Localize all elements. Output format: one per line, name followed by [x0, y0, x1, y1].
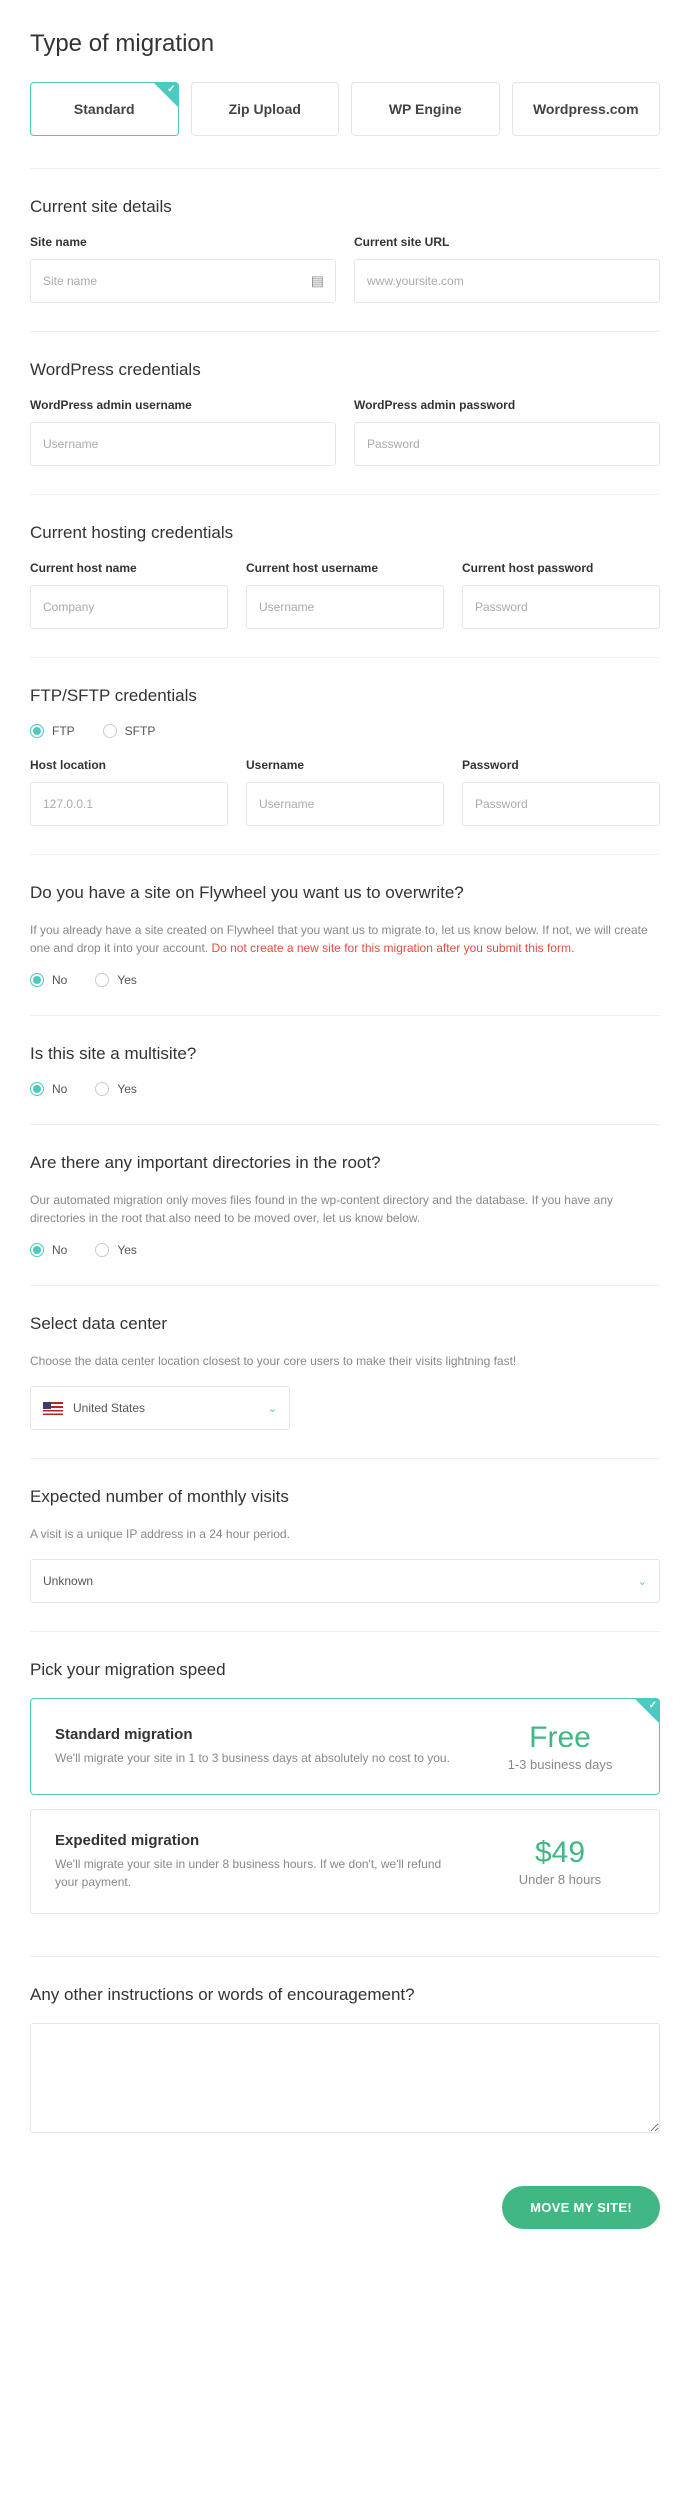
migration-desc: We'll migrate your site in under 8 busin… — [55, 1855, 465, 1891]
host-password-input[interactable] — [462, 585, 660, 629]
migration-price: $49 — [485, 1836, 635, 1870]
radio-rootdirs-yes[interactable]: Yes — [95, 1243, 137, 1257]
radio-label: Yes — [117, 1082, 137, 1096]
page-title: Type of migration — [30, 30, 660, 58]
wp-password-input[interactable] — [354, 422, 660, 466]
radio-multisite-yes[interactable]: Yes — [95, 1082, 137, 1096]
ftp-password-input[interactable] — [462, 782, 660, 826]
site-name-input[interactable] — [30, 259, 336, 303]
flag-us-icon — [43, 1402, 63, 1415]
site-url-input[interactable] — [354, 259, 660, 303]
tab-standard[interactable]: Standard — [30, 82, 179, 136]
radio-rootdirs-no[interactable]: No — [30, 1243, 67, 1257]
radio-sftp[interactable]: SFTP — [103, 724, 156, 738]
tab-label: WP Engine — [389, 101, 462, 117]
tab-label: Wordpress.com — [533, 101, 639, 117]
radio-icon — [95, 1243, 109, 1257]
select-value: United States — [73, 1401, 145, 1415]
tab-wordpress-com[interactable]: Wordpress.com — [512, 82, 661, 136]
notes-textarea[interactable] — [30, 2023, 660, 2133]
migration-card-standard[interactable]: Standard migration We'll migrate your si… — [30, 1698, 660, 1795]
datacenter-select[interactable]: United States ⌄ — [30, 1386, 290, 1430]
tab-zip-upload[interactable]: Zip Upload — [191, 82, 340, 136]
radio-icon — [30, 973, 44, 987]
radio-ftp[interactable]: FTP — [30, 724, 75, 738]
section-title-datacenter: Select data center — [30, 1314, 660, 1334]
datacenter-desc: Choose the data center location closest … — [30, 1352, 660, 1370]
label-site-name: Site name — [30, 235, 336, 249]
visits-desc: A visit is a unique IP address in a 24 h… — [30, 1525, 660, 1543]
migration-tabs: Standard Zip Upload WP Engine Wordpress.… — [30, 82, 660, 136]
label-ftp-user: Username — [246, 758, 444, 772]
migration-title: Standard migration — [55, 1726, 465, 1743]
wp-username-input[interactable] — [30, 422, 336, 466]
radio-overwrite-no[interactable]: No — [30, 973, 67, 987]
radio-label: No — [52, 973, 67, 987]
label-site-url: Current site URL — [354, 235, 660, 249]
migration-card-expedited[interactable]: Expedited migration We'll migrate your s… — [30, 1809, 660, 1914]
label-host-pass: Current host password — [462, 561, 660, 575]
check-icon — [635, 1699, 659, 1723]
section-title-multisite: Is this site a multisite? — [30, 1044, 660, 1064]
label-wp-pass: WordPress admin password — [354, 398, 660, 412]
tab-label: Standard — [74, 101, 135, 117]
radio-label: FTP — [52, 724, 75, 738]
radio-icon — [95, 973, 109, 987]
chevron-down-icon: ⌄ — [268, 1402, 277, 1415]
radio-label: No — [52, 1082, 67, 1096]
section-title-wp-creds: WordPress credentials — [30, 360, 660, 380]
label-ftp-pass: Password — [462, 758, 660, 772]
tab-wp-engine[interactable]: WP Engine — [351, 82, 500, 136]
label-wp-user: WordPress admin username — [30, 398, 336, 412]
section-title-speed: Pick your migration speed — [30, 1660, 660, 1680]
ftp-username-input[interactable] — [246, 782, 444, 826]
host-username-input[interactable] — [246, 585, 444, 629]
radio-icon — [103, 724, 117, 738]
chevron-down-icon: ⌄ — [638, 1575, 647, 1588]
ftp-host-input[interactable] — [30, 782, 228, 826]
migration-time: 1-3 business days — [485, 1757, 635, 1772]
section-title-rootdirs: Are there any important directories in t… — [30, 1153, 660, 1173]
radio-label: Yes — [117, 973, 137, 987]
select-value: Unknown — [43, 1574, 93, 1588]
migration-price: Free — [485, 1721, 635, 1755]
radio-label: SFTP — [125, 724, 156, 738]
visits-select[interactable]: Unknown ⌄ — [30, 1559, 660, 1603]
section-title-ftp: FTP/SFTP credentials — [30, 686, 660, 706]
radio-label: Yes — [117, 1243, 137, 1257]
migration-desc: We'll migrate your site in 1 to 3 busine… — [55, 1749, 465, 1767]
label-host-user: Current host username — [246, 561, 444, 575]
section-title-notes: Any other instructions or words of encou… — [30, 1985, 660, 2005]
migration-title: Expedited migration — [55, 1832, 465, 1849]
migration-time: Under 8 hours — [485, 1872, 635, 1887]
tab-label: Zip Upload — [229, 101, 301, 117]
radio-icon — [30, 1082, 44, 1096]
radio-label: No — [52, 1243, 67, 1257]
radio-overwrite-yes[interactable]: Yes — [95, 973, 137, 987]
section-title-host-creds: Current hosting credentials — [30, 523, 660, 543]
radio-multisite-no[interactable]: No — [30, 1082, 67, 1096]
label-ftp-host: Host location — [30, 758, 228, 772]
section-title-overwrite: Do you have a site on Flywheel you want … — [30, 883, 660, 903]
check-icon — [154, 83, 178, 107]
input-helper-icon: ▤ — [311, 273, 324, 290]
rootdirs-desc: Our automated migration only moves files… — [30, 1191, 660, 1227]
section-title-visits: Expected number of monthly visits — [30, 1487, 660, 1507]
host-name-input[interactable] — [30, 585, 228, 629]
section-title-site-details: Current site details — [30, 197, 660, 217]
radio-icon — [95, 1082, 109, 1096]
radio-icon — [30, 1243, 44, 1257]
overwrite-desc: If you already have a site created on Fl… — [30, 921, 660, 957]
label-host-name: Current host name — [30, 561, 228, 575]
submit-button[interactable]: MOVE MY SITE! — [502, 2186, 660, 2229]
radio-icon — [30, 724, 44, 738]
